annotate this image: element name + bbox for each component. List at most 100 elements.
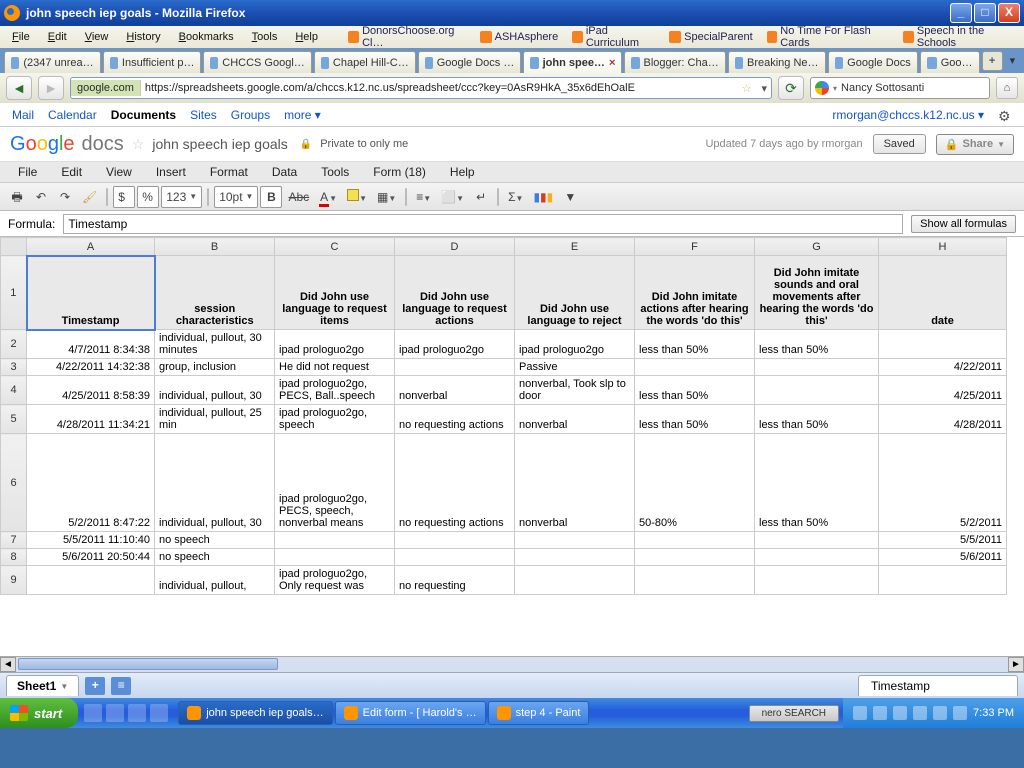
cell[interactable]: 4/7/2011 8:34:38 (27, 330, 155, 359)
tray-icon[interactable] (893, 706, 907, 720)
cell[interactable]: nonverbal (515, 434, 635, 532)
docs-menu-item[interactable]: File (8, 163, 47, 181)
cell[interactable]: no speech (155, 532, 275, 549)
tray-icon[interactable] (853, 706, 867, 720)
cell[interactable] (635, 532, 755, 549)
spreadsheet-grid[interactable]: ABCDEFGH1Timestampsession characteristic… (0, 237, 1007, 595)
browser-tab[interactable]: Insufficient p… (103, 51, 202, 73)
quick-icon[interactable] (106, 704, 124, 722)
start-button[interactable]: start (0, 698, 78, 728)
cell[interactable]: ipad prologuo2go, PECS, Ball..speech (275, 376, 395, 405)
doc-star-icon[interactable]: ☆ (132, 136, 145, 153)
docs-menu-item[interactable]: Insert (146, 163, 196, 181)
column-header[interactable]: C (275, 238, 395, 256)
cell[interactable]: ipad prologuo2go (395, 330, 515, 359)
quick-icon[interactable] (128, 704, 146, 722)
cell[interactable] (635, 359, 755, 376)
cell[interactable]: no speech (155, 549, 275, 566)
cell[interactable]: less than 50% (635, 330, 755, 359)
docs-menu-item[interactable]: View (96, 163, 142, 181)
cell[interactable]: nonverbal (395, 376, 515, 405)
cell[interactable]: less than 50% (755, 330, 879, 359)
cell[interactable]: 4/22/2011 14:32:38 (27, 359, 155, 376)
row-header[interactable]: 3 (1, 359, 27, 376)
tray-icon[interactable] (913, 706, 927, 720)
tab-close-icon[interactable]: × (609, 57, 615, 69)
align-button[interactable]: ≡▼ (412, 186, 435, 208)
row-header[interactable]: 8 (1, 549, 27, 566)
new-tab-button[interactable]: + (982, 51, 1003, 71)
ff-menu-item[interactable]: History (118, 29, 168, 45)
cell[interactable]: no requesting actions (395, 434, 515, 532)
header-cell[interactable]: date (879, 256, 1007, 330)
bookmark-item[interactable]: SpecialParent (663, 29, 759, 45)
cell[interactable] (395, 359, 515, 376)
docs-menu-item[interactable]: Tools (311, 163, 359, 181)
sigma-icon[interactable]: Σ▼ (504, 186, 527, 208)
cell[interactable]: ipad prologuo2go (275, 330, 395, 359)
gbar-link[interactable]: Mail (12, 108, 34, 122)
header-cell[interactable]: Did John use language to request items (275, 256, 395, 330)
cell[interactable]: less than 50% (635, 376, 755, 405)
docs-menu-item[interactable]: Data (262, 163, 307, 181)
column-header[interactable]: A (27, 238, 155, 256)
ff-menu-item[interactable]: View (77, 29, 117, 45)
browser-tab[interactable]: Goo… (920, 51, 980, 73)
cell[interactable]: Passive (515, 359, 635, 376)
clock[interactable]: 7:33 PM (973, 707, 1014, 719)
fontsize-select[interactable]: 10pt▼ (214, 186, 258, 208)
row-header[interactable]: 5 (1, 405, 27, 434)
cell[interactable] (755, 376, 879, 405)
cell[interactable]: ipad prologuo2go, Only request was (275, 566, 395, 595)
row-header[interactable]: 9 (1, 566, 27, 595)
sheet-list-button[interactable]: ≡ (111, 677, 131, 695)
browser-tab[interactable]: Blogger: Cha… (624, 51, 725, 73)
forward-button[interactable]: ► (38, 76, 64, 100)
gbar-link[interactable]: Documents (111, 108, 176, 122)
undo-icon[interactable]: ↶ (30, 186, 52, 208)
add-sheet-button[interactable]: + (85, 677, 105, 695)
close-button[interactable]: X (998, 3, 1020, 23)
column-header[interactable]: D (395, 238, 515, 256)
scroll-thumb[interactable] (18, 658, 278, 670)
cell[interactable]: 4/22/2011 (879, 359, 1007, 376)
bookmark-item[interactable]: iPad Curriculum (566, 23, 661, 51)
bookmark-item[interactable]: ASHAsphere (474, 29, 565, 45)
cell[interactable]: He did not request (275, 359, 395, 376)
search-input[interactable]: ▾ Nancy Sottosanti (810, 77, 990, 99)
ff-menu-item[interactable]: Help (287, 29, 326, 45)
cell[interactable]: 5/5/2011 11:10:40 (27, 532, 155, 549)
cell[interactable]: 5/5/2011 (879, 532, 1007, 549)
minimize-button[interactable]: _ (950, 3, 972, 23)
browser-tab[interactable]: Breaking Ne… (728, 51, 826, 73)
cell[interactable]: 5/2/2011 (879, 434, 1007, 532)
tab-dropdown-icon[interactable]: ▾ (1005, 54, 1020, 67)
cell[interactable] (879, 566, 1007, 595)
currency-button[interactable]: $ (113, 186, 135, 208)
sheet-tab[interactable]: Sheet1▼ (6, 675, 79, 696)
scroll-right-icon[interactable]: ► (1008, 657, 1024, 672)
header-cell[interactable]: Did John use language to reject (515, 256, 635, 330)
quick-icon[interactable] (150, 704, 168, 722)
gbar-link[interactable]: Sites (190, 108, 217, 122)
column-header[interactable]: G (755, 238, 879, 256)
cell[interactable]: nonverbal (515, 405, 635, 434)
taskbar-task[interactable]: step 4 - Paint (488, 701, 590, 725)
ff-menu-item[interactable]: Edit (40, 29, 75, 45)
horizontal-scrollbar[interactable]: ◄ ► (0, 656, 1024, 672)
cell[interactable]: 4/25/2011 (879, 376, 1007, 405)
cell[interactable]: individual, pullout, 25 min (155, 405, 275, 434)
column-header[interactable]: E (515, 238, 635, 256)
maximize-button[interactable]: □ (974, 3, 996, 23)
bookmark-item[interactable]: DonorsChoose.org Cl… (342, 23, 471, 51)
cell[interactable] (275, 532, 395, 549)
cell[interactable]: individual, pullout, 30 minutes (155, 330, 275, 359)
paint-format-icon[interactable]: 🖌 (78, 186, 101, 208)
cell[interactable]: ipad prologuo2go, speech (275, 405, 395, 434)
bold-button[interactable]: B (260, 186, 282, 208)
row-header[interactable]: 6 (1, 434, 27, 532)
docs-menu-item[interactable]: Help (440, 163, 485, 181)
docs-menu-item[interactable]: Form (18) (363, 163, 436, 181)
cell[interactable]: 4/28/2011 11:34:21 (27, 405, 155, 434)
formula-input[interactable]: Timestamp (63, 214, 903, 234)
